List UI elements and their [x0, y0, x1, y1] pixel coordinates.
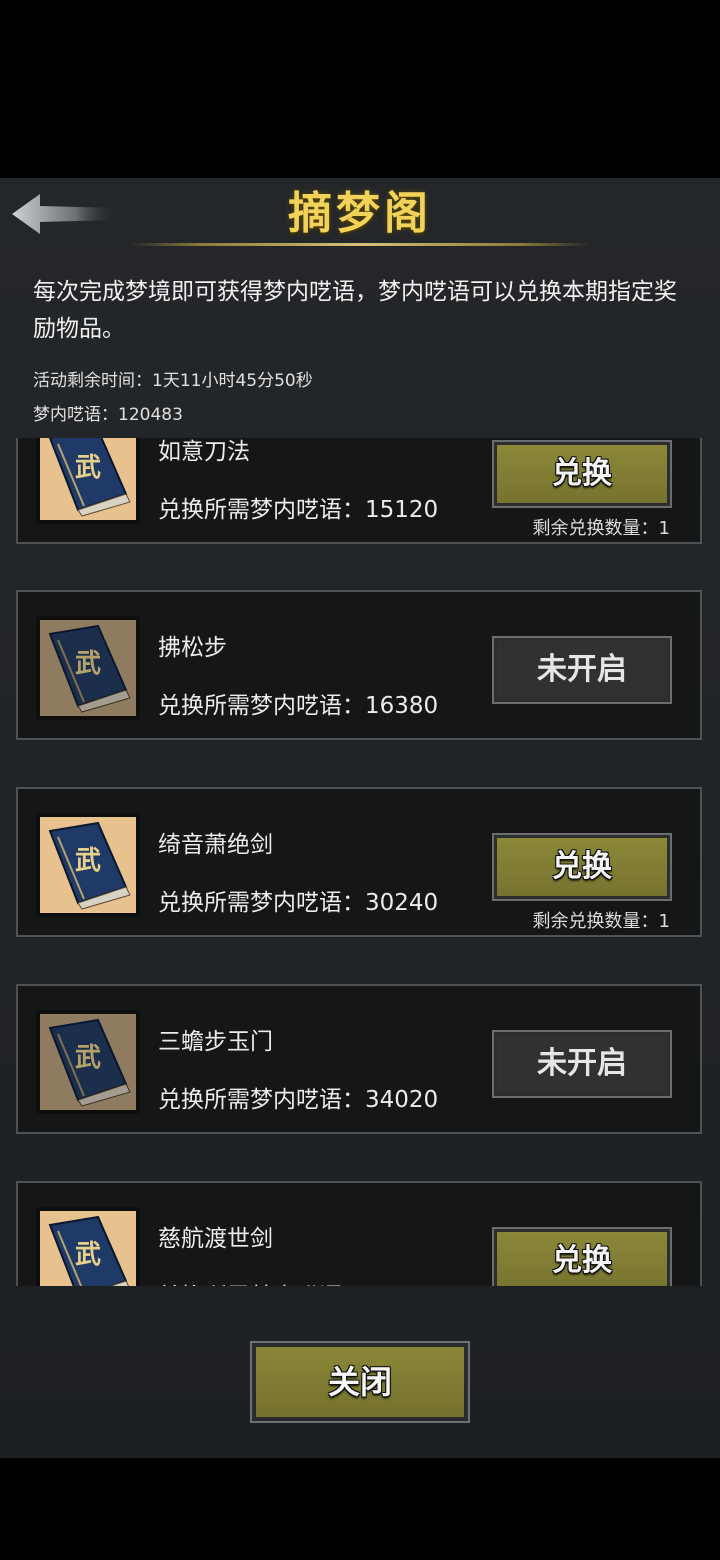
- exchange-button[interactable]: 兑换: [492, 1227, 672, 1286]
- martial-book-icon: 武: [36, 616, 140, 720]
- item-cost: 兑换所需梦内呓语：30240: [158, 890, 439, 916]
- exchange-button[interactable]: 兑换: [492, 833, 672, 901]
- remaining-count: 剩余兑换数量：1: [532, 518, 670, 539]
- item-name: 三蟾步玉门: [158, 1029, 273, 1055]
- svg-text:武: 武: [75, 1240, 101, 1270]
- list-item: 武 慈航渡世剑 兑换所需梦内呓语：36400 兑换: [16, 1181, 702, 1286]
- reward-list[interactable]: 武 如意刀法 兑换所需梦内呓语：15120 兑换 剩余兑换数量：1 武 拂松步 …: [0, 438, 720, 1286]
- locked-button[interactable]: 未开启: [492, 1030, 672, 1098]
- svg-text:武: 武: [75, 453, 101, 483]
- currency-balance: 梦内呓语：120483: [33, 405, 183, 425]
- title-divider: [130, 243, 590, 246]
- page-title: 摘梦阁: [288, 188, 432, 239]
- locked-button[interactable]: 未开启: [492, 636, 672, 704]
- item-cost: 兑换所需梦内呓语：34020: [158, 1087, 439, 1113]
- list-item: 武 拂松步 兑换所需梦内呓语：16380 未开启: [16, 590, 702, 740]
- svg-text:武: 武: [75, 649, 101, 679]
- bottom-bar: [0, 1458, 720, 1560]
- exchange-button[interactable]: 兑换: [492, 440, 672, 508]
- martial-book-icon: 武: [36, 813, 140, 917]
- time-remaining: 活动剩余时间：1天11小时45分50秒: [33, 371, 313, 391]
- list-item: 武 三蟾步玉门 兑换所需梦内呓语：34020 未开启: [16, 984, 702, 1134]
- list-item: 武 绮音萧绝剑 兑换所需梦内呓语：30240 兑换 剩余兑换数量：1: [16, 787, 702, 937]
- svg-text:武: 武: [75, 846, 101, 876]
- item-name: 拂松步: [158, 635, 227, 661]
- martial-book-icon: 武: [36, 438, 140, 524]
- item-cost: 兑换所需梦内呓语：36400: [158, 1277, 438, 1286]
- event-description: 每次完成梦境即可获得梦内呓语，梦内呓语可以兑换本期指定奖励物品。: [33, 279, 677, 342]
- svg-text:武: 武: [75, 1043, 101, 1073]
- close-button[interactable]: 关闭: [250, 1341, 470, 1423]
- martial-book-icon: 武: [36, 1207, 140, 1286]
- item-name: 慈航渡世剑: [158, 1226, 273, 1252]
- remaining-count: 剩余兑换数量：1: [532, 911, 670, 932]
- martial-book-icon: 武: [36, 1010, 140, 1114]
- item-name: 绮音萧绝剑: [158, 832, 273, 858]
- item-name: 如意刀法: [158, 439, 250, 465]
- item-cost: 兑换所需梦内呓语：16380: [158, 693, 439, 719]
- item-cost: 兑换所需梦内呓语：15120: [158, 497, 439, 523]
- list-item: 武 如意刀法 兑换所需梦内呓语：15120 兑换 剩余兑换数量：1: [16, 438, 702, 544]
